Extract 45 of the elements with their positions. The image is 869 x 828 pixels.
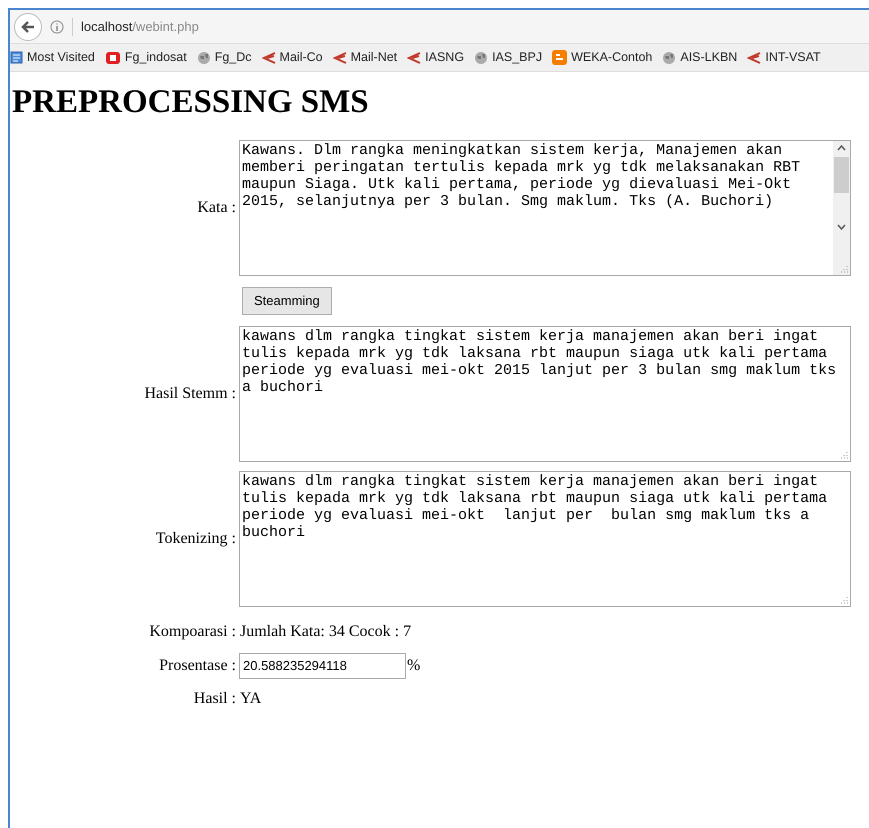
bookmark-link[interactable]: Fg_indosat — [104, 48, 187, 67]
blog-icon — [552, 50, 568, 65]
field-label: Kata : — [196, 198, 237, 218]
bookmark-link[interactable]: Mail-Co — [262, 48, 323, 67]
bookmark-link[interactable]: IASNG — [407, 48, 464, 67]
text-area[interactable]: Kawans. Dlm rangka meningkatkan sistem kerja, Manajemen akan memberi peringatan tertulis kepada mrk yg tdk melaksanakan RBT maupun Siaga. Utk kali pertama, periode yg dievaluasi Mei-Okt 2015, selanjutnya per 3 bulan. Smg maklum. Tks (A. Buchori) — [239, 140, 851, 276]
chevron-icon — [332, 50, 347, 64]
scroll-down-icon[interactable] — [837, 224, 846, 230]
scroll-up-icon[interactable] — [837, 145, 846, 151]
globe-icon — [662, 50, 676, 64]
percent-unit: % — [407, 656, 420, 676]
comparison-text: Jumlah Kata: 34 Cocok : 7 — [239, 622, 412, 642]
steamming-button[interactable]: Steamming — [242, 287, 332, 315]
resize-grip-icon[interactable] — [840, 451, 848, 459]
bookmark-link[interactable]: AIS-LKBN — [662, 48, 738, 67]
scrollbar[interactable] — [833, 141, 850, 275]
back-button[interactable] — [14, 12, 42, 40]
chevron-icon — [262, 50, 276, 64]
percentage-field[interactable]: 20.588235294118 — [239, 653, 406, 679]
square-icon — [104, 50, 121, 64]
bookmark-link[interactable]: IAS_BPJ — [474, 48, 542, 67]
field-label: Hasil Stemm : — [143, 384, 237, 404]
field-label: Hasil : — [192, 689, 237, 709]
page-title: PREPROCESSING SMS — [12, 83, 370, 122]
address-field[interactable]: localhost/webint.php — [81, 16, 199, 36]
bookmark-link[interactable]: WEKA-Contoh — [552, 48, 652, 67]
result-text: YA — [239, 689, 262, 709]
resize-grip-icon[interactable] — [840, 596, 848, 604]
chevron-icon — [747, 50, 762, 64]
info-icon — [50, 20, 64, 34]
bookmark-link[interactable]: Most Visited — [10, 48, 95, 67]
scroll-thumb[interactable] — [834, 157, 849, 193]
chevron-icon — [407, 50, 422, 64]
text-area[interactable]: kawans dlm rangka tingkat sistem kerja manajemen akan beri ingat tulis kepada mrk yg tdk laksana rbt maupun siaga utk kali pertama periode yg evaluasi mei-okt 2015 lanjut per 3 bulan smg maklum tks a buchori — [239, 326, 851, 462]
bookmark-link[interactable]: INT-VSAT — [747, 48, 821, 67]
field-label: Tokenizing : — [154, 529, 237, 549]
back-icon — [21, 20, 35, 32]
bookmark-link[interactable]: Fg_Dc — [196, 48, 252, 67]
globe-icon — [474, 50, 488, 64]
bookmark-link[interactable]: Mail-Net — [332, 48, 398, 67]
globe-icon — [196, 50, 211, 64]
text-area[interactable]: kawans dlm rangka tingkat sistem kerja manajemen akan beri ingat tulis kepada mrk yg tdk laksana rbt maupun siaga utk kali pertama periode yg evaluasi mei-okt lanjut per bulan smg maklum tks a buchori — [239, 471, 851, 607]
field-label: Kompoarasi : — [148, 622, 237, 642]
field-label: Prosentase : — [158, 656, 237, 676]
resize-grip-icon[interactable] — [840, 265, 848, 273]
